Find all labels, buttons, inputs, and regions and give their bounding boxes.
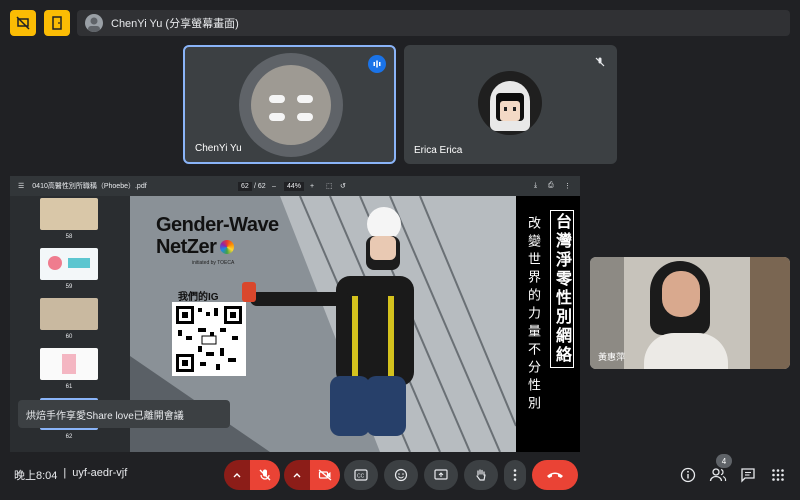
thumbnail-page[interactable] [40,248,98,280]
closed-captions-icon: CC [354,469,368,481]
qr-code [172,302,246,376]
meeting-details-button[interactable] [679,466,697,484]
avatar [251,65,331,145]
thumbnail-number: 62 [65,434,73,440]
participant-name: 黃惠萍 [598,352,626,362]
thumbnail-number: 61 [65,384,73,390]
brand-line1: Gender-Wave [156,214,279,236]
presentation-off-icon [16,16,30,30]
avatar [478,71,542,135]
svg-text:CC: CC [357,474,365,480]
download-icon[interactable]: ⤓ [534,182,537,190]
people-icon [709,468,727,482]
more-options-button[interactable] [504,460,526,490]
activities-button[interactable] [769,466,787,484]
hand-icon [476,469,486,481]
background-wall [750,257,790,369]
brand-line2: NetZer [156,236,217,258]
face [662,271,700,317]
reactions-button[interactable] [384,460,418,490]
thumbnail-page[interactable] [40,348,98,380]
mic-toggle-button[interactable] [250,460,280,490]
raise-hand-button[interactable] [464,460,498,490]
slide-vertical-subtitle: 改變世界的力量不分性別 [526,216,541,414]
avatar-ring [239,53,343,157]
meeting-info: 晚上8:04 | uyf-aedr-vjf [14,467,127,483]
thumbnail-page[interactable] [40,198,98,230]
shirt [644,333,728,369]
participants-button[interactable] [709,466,727,484]
menu-icon[interactable]: ☰ [18,182,24,190]
rainbow-o-icon [220,240,234,254]
participant-name: ChenYi Yu [195,143,242,154]
slide-title-panel: 台灣淨零性別網絡 改變世界的力量不分性別 [516,196,580,452]
presenter-label: ChenYi Yu (分享螢幕畫面) [111,18,239,30]
door-button[interactable] [44,10,70,36]
apps-grid-icon [772,469,784,481]
speaking-indicator-icon [368,55,386,73]
leave-call-button[interactable] [532,460,578,490]
camera-off-icon [318,469,332,481]
more-vert-icon[interactable]: ⋮ [564,182,571,190]
chevron-up-icon [233,473,241,478]
page-total: / 62 [254,182,266,190]
chevron-up-icon [293,473,301,478]
slide-vertical-title: 台灣淨零性別網絡 [550,210,574,368]
participant-video-tile[interactable]: 黃惠萍 [590,257,790,369]
participant-tile-chenyi[interactable]: ChenYi Yu [183,45,396,164]
rotate-icon[interactable]: ↺ [340,182,346,190]
toast-text: 烘焙手作享愛Share love已離開會議 [26,410,184,422]
info-icon [680,467,696,483]
fit-page-icon[interactable]: ⬚ [326,182,333,190]
present-now-button[interactable] [424,460,458,490]
participant-tile-erica[interactable]: Erica Erica [404,45,617,164]
presenter-bar: ChenYi Yu (分享螢幕畫面) [77,10,790,36]
qr-code-icon [176,306,242,372]
thumbnail-number: 59 [65,284,73,290]
mic-off-icon [591,53,609,71]
zoom-in-button[interactable]: + [310,183,314,190]
door-icon [52,16,62,30]
presentation-off-button[interactable] [10,10,36,36]
brand-tag: initiated by TOECA [192,260,235,266]
captions-button[interactable]: CC [344,460,378,490]
thumbnail-page[interactable] [40,298,98,330]
separator: | [63,467,67,479]
more-vert-icon [513,469,517,481]
mic-off-icon [259,469,271,481]
meeting-time: 晚上8:04 [14,470,58,482]
emoji-icon [394,468,408,482]
camera-toggle-button[interactable] [310,460,340,490]
thumbnail-number: 60 [65,334,73,340]
chat-icon [741,468,755,483]
leave-notification-toast: 烘焙手作享愛Share love已離開會議 [18,400,230,428]
present-screen-icon [434,469,448,480]
pdf-toolbar: ☰ 0410高醫性別所職稱（Phoebe）.pdf 62 / 62 – 44% … [10,176,580,196]
zoom-out-button[interactable]: – [272,183,276,190]
zoom-input[interactable]: 44% [284,181,305,191]
thumbnail-number: 58 [65,234,73,240]
participant-name: Erica Erica [414,145,463,156]
pdf-filename: 0410高醫性別所職稱（Phoebe）.pdf [32,183,147,190]
participants-count-badge: 4 [716,454,732,468]
meeting-code: uyf-aedr-vjf [72,467,128,479]
audio-options-button[interactable] [224,460,250,490]
call-end-icon [547,472,563,478]
video-options-button[interactable] [284,460,310,490]
ig-label: 我們的IG [178,292,219,303]
chat-button[interactable] [739,466,757,484]
print-icon[interactable]: ⎙ [548,182,554,190]
presenter-avatar [85,14,103,32]
page-input[interactable]: 62 [238,181,252,191]
